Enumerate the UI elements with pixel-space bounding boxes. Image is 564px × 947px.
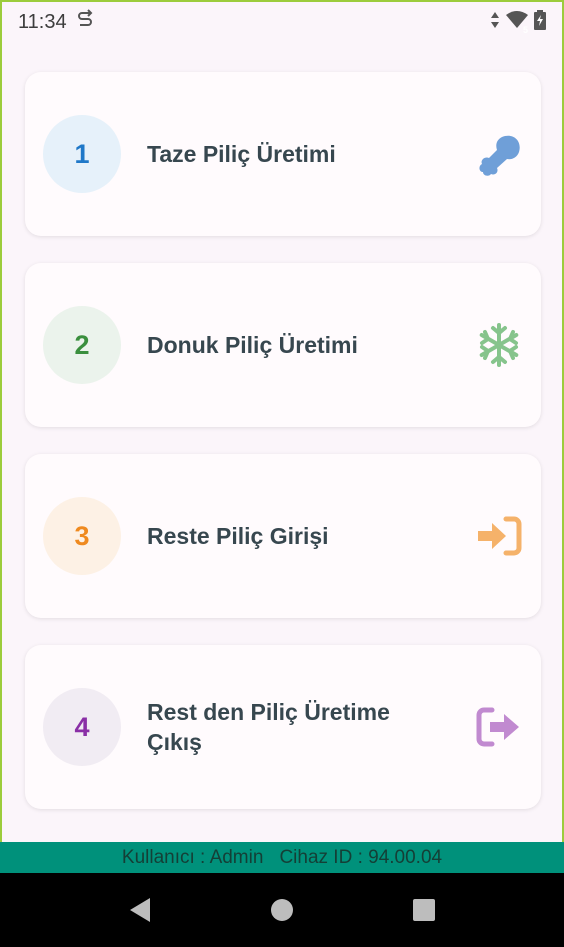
back-button[interactable]	[127, 897, 153, 923]
footer-user: Kullanıcı : Admin	[121, 846, 264, 868]
system-nav-bar	[0, 873, 564, 947]
status-time: 11:34	[18, 10, 67, 33]
battery-icon	[534, 9, 546, 35]
menu-label: Taze Piliç Üretimi	[147, 141, 336, 167]
menu-label: Donuk Piliç Üretimi	[147, 332, 358, 358]
footer-device-id: Cihaz ID : 94.00.04	[279, 846, 443, 868]
number-badge: 4	[43, 688, 121, 766]
menu-card-reste-pilic-girisi[interactable]: 3 Reste Piliç Girişi	[25, 454, 541, 618]
wifi-icon: 5	[506, 10, 528, 35]
menu-card-taze-pilic-uretimi[interactable]: 1 Taze Piliç Üretimi	[25, 72, 541, 236]
menu-label: Reste Piliç Girişi	[147, 523, 329, 549]
data-arrows-icon	[490, 11, 500, 34]
menu-label: Rest den Piliç Üretime Çıkış	[147, 699, 390, 755]
sync-icon	[77, 9, 93, 35]
sign-out-icon	[475, 703, 523, 751]
status-bar: 11:34 5	[0, 0, 564, 44]
number-badge: 2	[43, 306, 121, 384]
status-footer: Kullanıcı : Admin Cihaz ID : 94.00.04	[0, 842, 564, 873]
wifi-badge: 5	[522, 24, 528, 35]
home-button[interactable]	[269, 897, 295, 923]
number-badge: 1	[43, 115, 121, 193]
menu-card-donuk-pilic-uretimi[interactable]: 2 Donuk Piliç Üretimi	[25, 263, 541, 427]
recents-button[interactable]	[411, 897, 437, 923]
menu-card-rest-den-pilic-uretime-cikis[interactable]: 4 Rest den Piliç Üretime Çıkış	[25, 645, 541, 809]
snowflake-icon	[475, 321, 523, 369]
number-badge: 3	[43, 497, 121, 575]
drumstick-icon	[475, 130, 523, 178]
sign-in-icon	[475, 512, 523, 560]
